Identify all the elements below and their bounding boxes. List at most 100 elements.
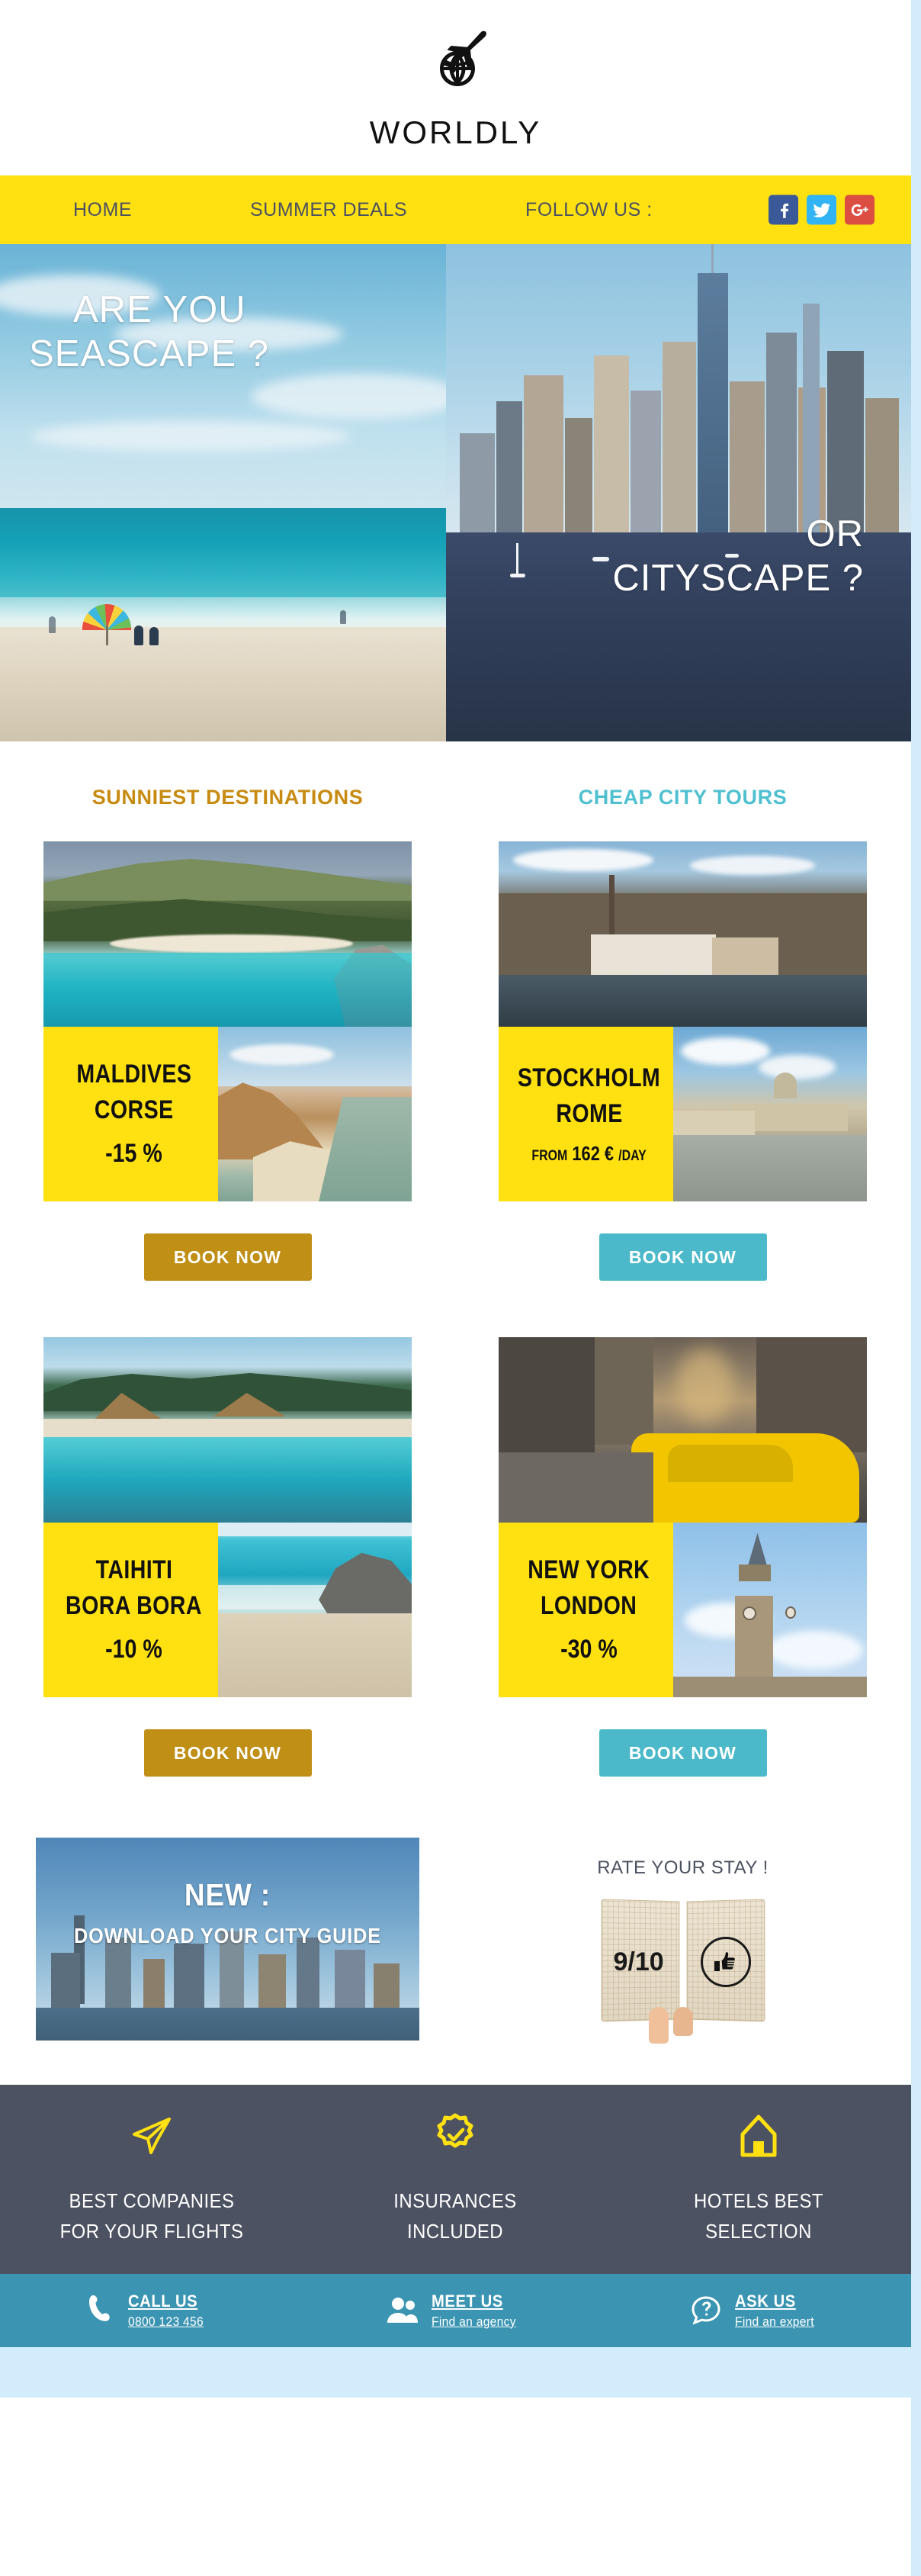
guide-water [36,2008,419,2041]
building [803,304,820,532]
social-links [769,195,874,225]
deal-title-line2: CORSE [95,1092,174,1128]
offer-prefix: FROM [531,1148,567,1164]
card-offer-strip: TAIHITI BORA BORA -10 % [43,1523,412,1697]
building [460,433,495,532]
promo-rate-stay: RATE YOUR STAY ! 9/10 [455,1838,910,2041]
nav-item-home[interactable]: HOME [73,199,132,221]
card[interactable]: STOCKHOLM ROME FROM 162 € /DAY [499,841,867,1201]
card-photo-tahiti [43,1337,412,1523]
contact-call-us[interactable]: CALL US 0800 123 456 [0,2291,303,2330]
deal-offer: -10 % [105,1632,162,1668]
offer-badge: STOCKHOLM ROME FROM 162 € /DAY [499,1027,673,1201]
building [766,333,797,532]
contact-sub: 0800 123 456 [128,2314,204,2330]
hero-cityscape[interactable]: OR CITYSCAPE ? [446,244,911,741]
feature-hotels: HOTELS BEST SELECTION [607,2112,910,2247]
hero-seascape-line1: ARE YOU [73,288,269,333]
feature-insurances: INSURANCES INCLUDED [303,2112,607,2247]
heading-cheap-city-tours: CHEAP CITY TOURS [455,786,910,809]
deal-card-taihiti: TAIHITI BORA BORA -10 % BOOK NOW [0,1337,455,1777]
google-plus-icon[interactable] [845,195,874,225]
contact-title: CALL US [128,2291,204,2312]
book-now-button-maldives[interactable]: BOOK NOW [144,1233,312,1281]
book-now-button-taihiti[interactable]: BOOK NOW [144,1729,312,1777]
card-photo-rome [673,1027,867,1201]
feature-line2: FOR YOUR FLIGHTS [12,2216,291,2246]
city-guide-line2: DOWNLOAD YOUR CITY GUIDE [55,1924,400,1948]
contact-ask-us[interactable]: ASK US Find an expert [607,2291,910,2330]
nav-item-summer-deals[interactable]: SUMMER DEALS [250,199,407,221]
city-guide-banner[interactable]: NEW : DOWNLOAD YOUR CITY GUIDE [36,1838,419,2041]
hero-seascape[interactable]: ARE YOU SEASCAPE ? [0,244,446,741]
feature-label: INSURANCES INCLUDED [316,2185,595,2247]
facebook-icon[interactable] [769,195,798,225]
sea-sand [0,627,446,741]
deal-title-line1: STOCKHOLM [518,1060,660,1096]
deal-title-line2: LONDON [541,1588,637,1624]
paper-plane-icon [0,2112,303,2160]
contact-title: ASK US [735,2291,814,2312]
building [827,351,864,532]
feature-line1: INSURANCES [316,2185,595,2216]
deal-title-line1: MALDIVES [76,1056,191,1092]
nav-follow-us-label: FOLLOW US : [525,199,653,221]
rating-notebook: 9/10 [602,1900,765,2027]
deals-column-headings: SUNNIEST DESTINATIONS CHEAP CITY TOURS [0,786,911,809]
thumbs-up-icon [701,1937,751,1987]
promo-city-guide: NEW : DOWNLOAD YOUR CITY GUIDE [0,1838,455,2041]
feature-flights: BEST COMPANIES FOR YOUR FLIGHTS [0,2112,303,2247]
deals-section: SUNNIEST DESTINATIONS CHEAP CITY TOURS M… [0,741,911,2085]
card[interactable]: MALDIVES CORSE -15 % [43,841,412,1201]
contact-text: ASK US Find an expert [735,2291,821,2330]
people-icon [386,2295,419,2326]
contact-title: MEET US [432,2291,516,2312]
skyscraper [698,273,728,532]
hero-cityscape-line2: CITYSCAPE ? [612,557,864,601]
deal-card-stockholm: STOCKHOLM ROME FROM 162 € /DAY BOOK NOW [455,841,910,1281]
card-offer-strip: STOCKHOLM ROME FROM 162 € /DAY [499,1027,867,1201]
contact-meet-us[interactable]: MEET US Find an agency [303,2291,607,2330]
deal-card-newyork: NEW YORK LONDON -30 % BOOK NOW [455,1337,910,1777]
site-header: WORLDLY [0,0,911,175]
card-photo-rocky-beach [218,1523,412,1697]
hero-seascape-line2: SEASCAPE ? [29,333,269,377]
building [51,1953,80,2008]
feature-line1: BEST COMPANIES [12,2185,291,2216]
building [663,342,696,532]
row-spacer [0,1281,911,1337]
building [730,381,765,532]
cloud [30,421,351,452]
umbrella-pole [106,626,108,645]
offer-badge: NEW YORK LONDON -30 % [499,1523,673,1697]
twitter-icon[interactable] [807,195,836,225]
building [105,1938,131,2008]
rate-your-stay-title: RATE YOUR STAY ! [597,1857,769,1879]
feature-line1: HOTELS BEST [619,2185,898,2216]
book-now-button-newyork[interactable]: BOOK NOW [599,1729,767,1777]
globe-airplane-icon [414,25,498,113]
sailboat-hull [592,557,609,561]
hero-cityscape-caption: OR CITYSCAPE ? [612,513,864,601]
home-icon [607,2112,910,2160]
card[interactable]: TAIHITI BORA BORA -10 % [43,1337,412,1697]
book-now-button-stockholm[interactable]: BOOK NOW [599,1233,767,1281]
building [297,1938,319,2008]
brand-wordmark: WORLDLY [370,114,542,151]
deal-title-line2: ROME [556,1096,622,1132]
deal-title-line1: NEW YORK [528,1552,650,1588]
card[interactable]: NEW YORK LONDON -30 % [499,1337,867,1697]
card-photo-taxi [499,1337,867,1523]
question-bubble-icon [689,2295,723,2327]
building [865,398,899,532]
city-guide-line1: NEW : [55,1877,400,1913]
finger [673,2007,693,2036]
building [335,1950,365,2008]
offer-suffix: /DAY [618,1148,647,1164]
contact-sub: Find an expert [735,2314,814,2330]
hero-cityscape-line1: OR [612,513,864,557]
contact-sub: Find an agency [432,2314,516,2330]
deal-title-line2: BORA BORA [66,1588,202,1624]
deal-row: TAIHITI BORA BORA -10 % BOOK NOW NEW YOR… [0,1337,911,1777]
page-root: WORLDLY HOME SUMMER DEALS FOLLOW US : AR… [0,0,911,2576]
